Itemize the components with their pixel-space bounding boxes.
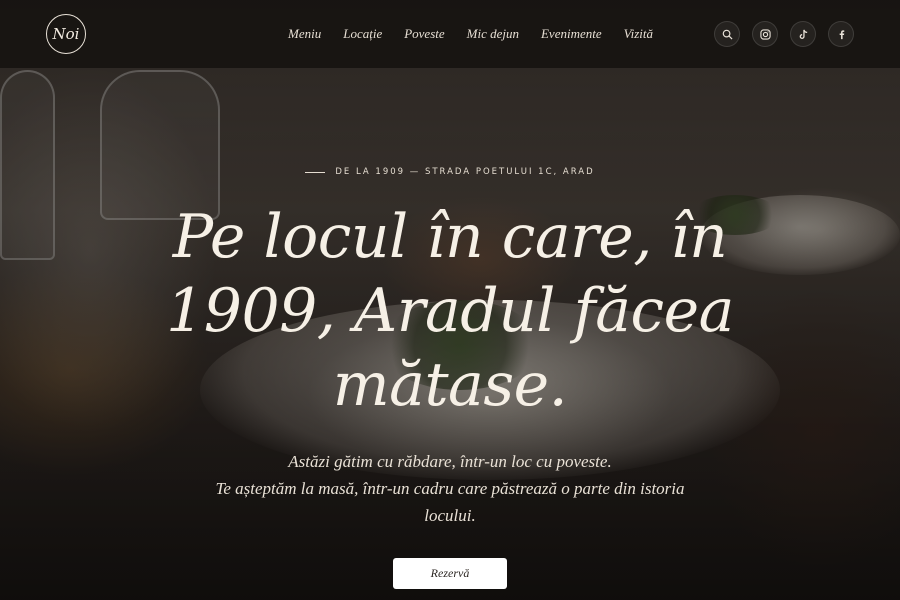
nav-item-locatie[interactable]: Locație bbox=[343, 26, 382, 42]
hero-eyebrow: DE LA 1909 — STRADA POETULUI 1C, ARAD bbox=[0, 167, 900, 177]
facebook-icon bbox=[839, 29, 844, 39]
hero-lead: Astăzi gătim cu răbdare, într-un loc cu … bbox=[200, 448, 700, 529]
search-button[interactable] bbox=[714, 21, 740, 47]
logo[interactable]: Noi bbox=[46, 14, 86, 54]
tiktok-button[interactable] bbox=[790, 21, 816, 47]
eyebrow-divider bbox=[305, 171, 326, 173]
main-nav: Meniu Locație Poveste Mic dejun Evenimen… bbox=[288, 26, 675, 42]
instagram-button[interactable] bbox=[752, 21, 778, 47]
facebook-button[interactable] bbox=[828, 21, 854, 47]
nav-item-poveste[interactable]: Poveste bbox=[404, 26, 444, 42]
hero-headline: Pe locul în care, în 1909, Aradul făcea … bbox=[166, 202, 734, 420]
nav-item-evenimente[interactable]: Evenimente bbox=[541, 26, 602, 42]
nav-item-meniu[interactable]: Meniu bbox=[288, 26, 321, 42]
instagram-icon bbox=[759, 28, 771, 40]
eyebrow-text: DE LA 1909 — STRADA POETULUI 1C, ARAD bbox=[335, 167, 595, 177]
search-icon bbox=[722, 29, 733, 40]
tiktok-icon bbox=[799, 29, 807, 39]
reserve-button[interactable]: Rezervă bbox=[393, 558, 507, 589]
header-icons bbox=[714, 21, 854, 47]
nav-item-vizita[interactable]: Vizită bbox=[624, 26, 653, 42]
hero-lead-line-2: Te așteptăm la masă, într-un cadru care … bbox=[215, 479, 685, 525]
hero-lead-line-1: Astăzi gătim cu răbdare, într-un loc cu … bbox=[288, 452, 612, 471]
site-header: Noi Meniu Locație Poveste Mic dejun Even… bbox=[0, 0, 900, 68]
nav-item-mic-dejun[interactable]: Mic dejun bbox=[467, 26, 519, 42]
